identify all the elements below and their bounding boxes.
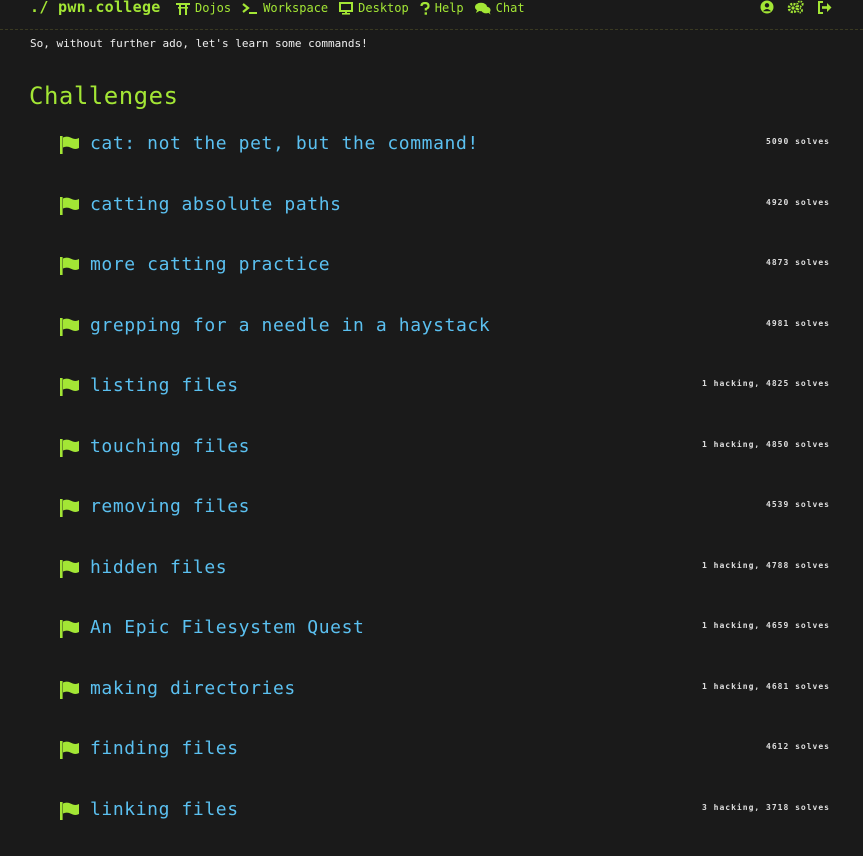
challenge-row[interactable]: more catting practice 4873 solves (0, 235, 863, 296)
nav-dojos-label: Dojos (195, 1, 232, 15)
challenge-name[interactable]: hidden files (90, 557, 227, 578)
monitor-icon (339, 1, 354, 15)
challenge-name[interactable]: more catting practice (90, 254, 330, 275)
challenge-name[interactable]: An Epic Filesystem Quest (90, 617, 365, 638)
challenge-row[interactable]: cat: not the pet, but the command! 5090 s… (0, 114, 863, 175)
challenge-solves: 1 hacking, 4681 solves (702, 681, 830, 691)
challenge-name[interactable]: removing files (90, 496, 250, 517)
nav-right-icons (760, 0, 832, 16)
nav-workspace-label: Workspace (263, 1, 329, 15)
challenge-row[interactable]: linking files 3 hacking, 3718 solves (0, 780, 863, 841)
challenge-solves: 1 hacking, 4850 solves (702, 439, 830, 449)
challenge-solves: 3 hacking, 3718 solves (702, 802, 830, 812)
flag-icon (60, 741, 80, 763)
flag-icon (60, 378, 80, 400)
intro-text: So, without further ado, let's learn som… (30, 37, 368, 50)
challenge-name[interactable]: touching files (90, 436, 250, 457)
flag-icon (60, 438, 80, 461)
challenge-row[interactable]: listing files 1 hacking, 4825 solves (0, 356, 863, 417)
terminal-icon (242, 2, 258, 15)
nav-help[interactable]: Help (420, 1, 464, 15)
nav-desktop-label: Desktop (358, 1, 409, 15)
challenge-name[interactable]: making directories (90, 678, 296, 699)
challenge-row[interactable]: finding files 4612 solves (0, 719, 863, 780)
challenge-row[interactable]: making directories 1 hacking, 4681 solves (0, 659, 863, 720)
challenge-solves: 4981 solves (766, 318, 830, 328)
challenge-row[interactable]: hidden files 1 hacking, 4788 solves (0, 538, 863, 599)
nav-chat[interactable]: Chat (474, 1, 525, 15)
gears-icon[interactable] (787, 0, 804, 18)
challenge-list: cat: not the pet, but the command! 5090 s… (0, 114, 863, 840)
sign-out-icon[interactable] (817, 0, 832, 18)
nav-help-label: Help (434, 1, 464, 15)
challenge-row[interactable]: grepping for a needle in a haystack 4981 … (0, 296, 863, 357)
challenge-row[interactable]: An Epic Filesystem Quest 1 hacking, 4659 … (0, 598, 863, 659)
challenge-solves: 4873 solves (766, 258, 830, 267)
brand-logo[interactable]: ./ pwn.college (30, 0, 161, 16)
flag-icon (60, 680, 80, 703)
top-navbar: ./ pwn.college Dojos Workspace Desktop H… (0, 0, 863, 30)
flag-icon (60, 801, 80, 824)
flag-icon (60, 136, 80, 158)
nav-workspace[interactable]: Workspace (242, 1, 328, 15)
challenge-row[interactable]: removing files 4539 solves (0, 477, 863, 538)
nav-desktop[interactable]: Desktop (339, 1, 409, 15)
flag-icon (60, 196, 80, 219)
flag-icon (60, 499, 80, 521)
user-circle-icon[interactable] (760, 0, 774, 18)
flag-icon (60, 317, 80, 340)
challenge-solves: 5090 solves (766, 137, 830, 146)
challenge-solves: 1 hacking, 4788 solves (702, 560, 830, 570)
chat-bubbles-icon (474, 2, 491, 15)
nav-chat-label: Chat (495, 1, 525, 15)
challenge-name[interactable]: linking files (90, 799, 239, 820)
challenge-solves: 1 hacking, 4659 solves (702, 621, 830, 630)
challenge-solves: 4539 solves (766, 500, 830, 509)
challenge-solves: 4920 solves (766, 197, 830, 207)
challenge-name[interactable]: listing files (90, 375, 239, 396)
challenge-solves: 1 hacking, 4825 solves (702, 379, 830, 388)
challenge-name[interactable]: cat: not the pet, but the command! (90, 133, 479, 154)
question-icon (420, 1, 430, 15)
flag-icon (60, 620, 80, 642)
torii-gate-icon (176, 2, 190, 15)
challenge-name[interactable]: catting absolute paths (90, 194, 342, 215)
nav-links: Dojos Workspace Desktop Help Chat (176, 0, 525, 16)
flag-icon (60, 559, 80, 582)
challenge-name[interactable]: grepping for a needle in a haystack (90, 315, 490, 336)
challenge-row[interactable]: touching files 1 hacking, 4850 solves (0, 417, 863, 478)
flag-icon (60, 257, 80, 279)
challenge-name[interactable]: finding files (90, 738, 239, 759)
section-title: Challenges (29, 82, 179, 110)
nav-dojos[interactable]: Dojos (176, 1, 231, 15)
challenge-row[interactable]: catting absolute paths 4920 solves (0, 175, 863, 236)
challenge-solves: 4612 solves (766, 742, 830, 751)
